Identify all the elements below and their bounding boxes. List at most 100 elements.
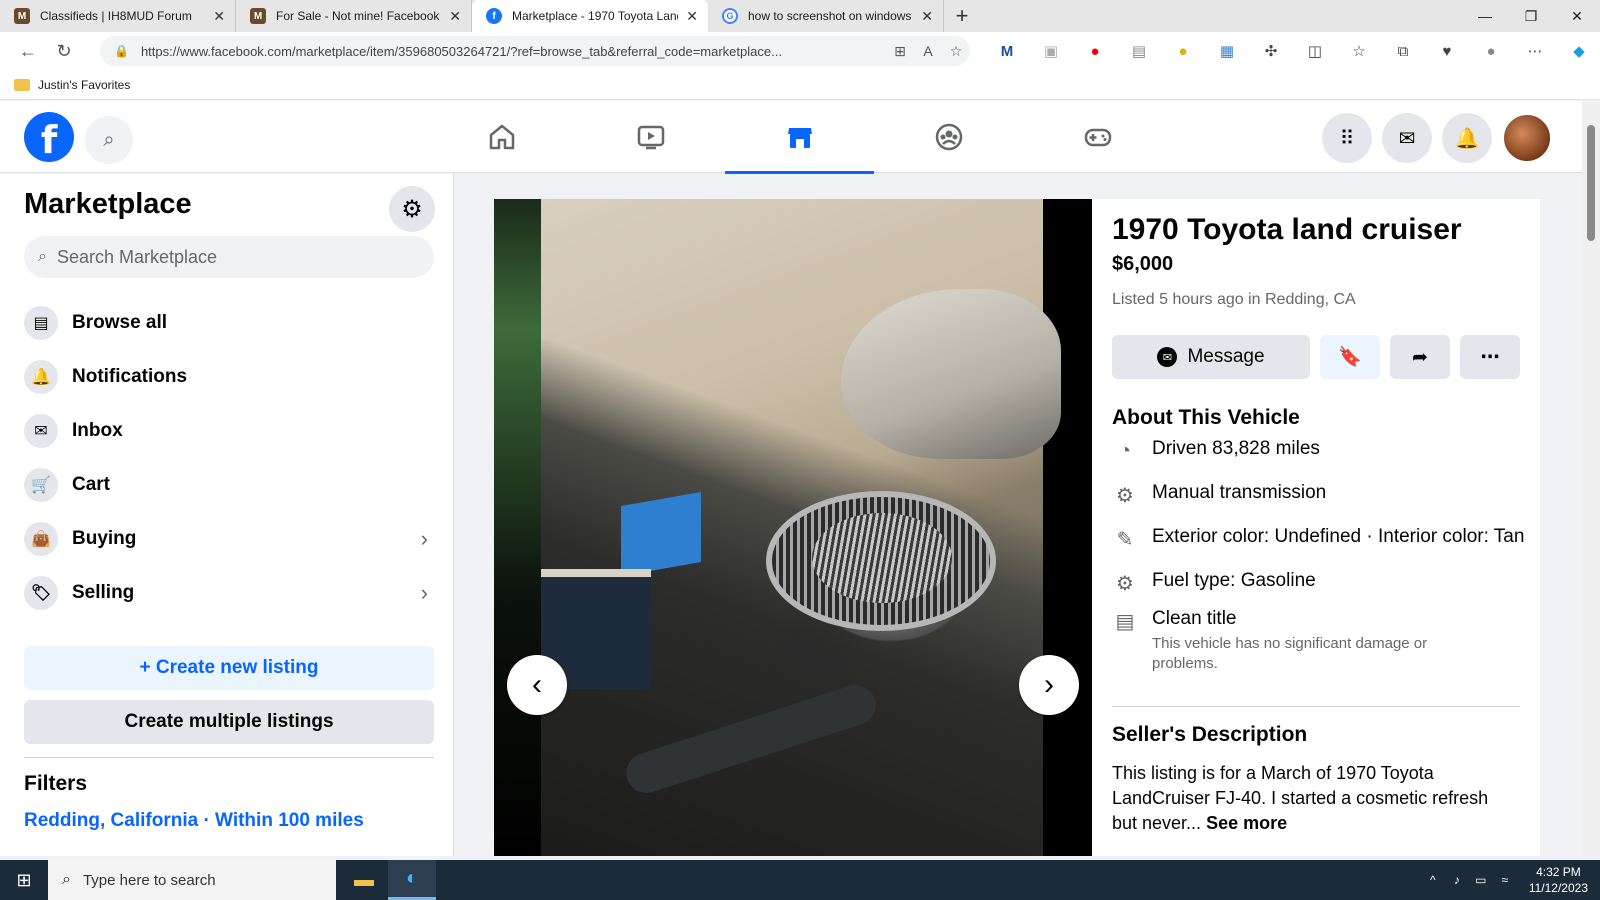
paint-icon: ✎ xyxy=(1116,528,1134,551)
scrollbar-thumb[interactable] xyxy=(1587,125,1595,241)
nav-video[interactable] xyxy=(576,101,725,173)
sidebar-item-inbox[interactable]: ✉ Inbox xyxy=(24,404,434,458)
address-bar-row: ← ↻ 🔒 https://www.facebook.com/marketpla… xyxy=(0,32,1600,70)
nav-groups[interactable] xyxy=(874,101,1023,173)
profile-icon[interactable]: ● xyxy=(1469,40,1513,62)
ih8mud-favicon-icon: M xyxy=(250,8,266,24)
file-explorer-icon[interactable]: ▬ xyxy=(340,860,388,900)
close-tab-icon[interactable]: ✕ xyxy=(213,8,225,25)
more-button[interactable]: ⋯ xyxy=(1460,335,1520,379)
share-button[interactable]: ➦ xyxy=(1390,335,1450,379)
next-photo-button[interactable]: › xyxy=(1019,655,1079,715)
copilot-icon[interactable]: ◆ xyxy=(1557,40,1600,62)
favorites-folder-label[interactable]: Justin's Favorites xyxy=(38,78,130,92)
seller-description-heading: Seller's Description xyxy=(1112,723,1308,746)
tag-icon: 🏷 xyxy=(24,576,58,610)
app-available-icon[interactable]: ⊞ xyxy=(886,43,914,60)
header-actions: ⠿ ✉ 🔔 xyxy=(1322,113,1552,163)
extension-box-icon[interactable]: ▤ xyxy=(1117,40,1161,62)
facebook-favicon-icon: f xyxy=(486,8,502,24)
inbox-icon: ✉ xyxy=(24,414,58,448)
extension-red-icon[interactable]: ● xyxy=(1073,40,1117,62)
favorites-icon[interactable]: ☆ xyxy=(1337,40,1381,62)
search-input[interactable]: ⌕ Search Marketplace xyxy=(24,236,434,278)
read-aloud-icon[interactable]: A xyxy=(914,43,942,59)
google-favicon-icon: G xyxy=(722,8,738,24)
volume-icon[interactable]: ♪ xyxy=(1445,873,1469,887)
listing-photo[interactable] xyxy=(494,199,1092,856)
sidebar-item-label: Notifications xyxy=(72,366,188,387)
avatar[interactable] xyxy=(1502,113,1552,163)
browser-tab[interactable]: M Classifieds | IH8MUD Forum ✕ xyxy=(0,0,236,32)
spec-text: Clean title xyxy=(1152,608,1237,629)
url-field[interactable]: 🔒 https://www.facebook.com/marketplace/i… xyxy=(100,36,970,66)
see-more-link[interactable]: See more xyxy=(1206,813,1287,833)
close-tab-icon[interactable]: ✕ xyxy=(686,8,698,25)
system-clock[interactable]: 4:32 PM 11/12/2023 xyxy=(1529,864,1588,896)
sidebar-item-buying[interactable]: 👜 Buying › xyxy=(24,512,434,566)
minimize-icon[interactable]: — xyxy=(1462,0,1508,32)
nav-gaming[interactable] xyxy=(1023,101,1172,173)
restore-icon[interactable]: ❐ xyxy=(1508,0,1554,32)
create-multiple-listings-button[interactable]: Create multiple listings xyxy=(24,700,434,744)
gaming-icon xyxy=(1084,128,1111,147)
split-screen-icon[interactable]: ◫ xyxy=(1293,40,1337,62)
messenger-icon[interactable]: ✉ xyxy=(1382,113,1432,163)
watch-icon xyxy=(637,125,664,150)
search-icon[interactable]: ⌕ xyxy=(85,116,133,164)
sidebar-item-notifications[interactable]: 🔔 Notifications xyxy=(24,350,434,404)
chevron-right-icon: › xyxy=(1044,668,1054,701)
bell-icon: 🔔 xyxy=(24,360,58,394)
edge-browser-icon[interactable]: ◐ xyxy=(388,860,436,900)
extensions-puzzle-icon[interactable]: ✣ xyxy=(1249,40,1293,62)
previous-photo-button[interactable]: ‹ xyxy=(507,655,567,715)
wifi-icon[interactable]: ≈ xyxy=(1493,873,1517,887)
close-window-icon[interactable]: ✕ xyxy=(1554,0,1600,32)
facebook-logo-icon[interactable]: f xyxy=(24,112,74,162)
battery-icon[interactable]: ▭ xyxy=(1469,873,1493,887)
spec-fuel: ⚙ Fuel type: Gasoline xyxy=(1112,570,1316,596)
nav-home[interactable] xyxy=(427,101,576,173)
refresh-icon[interactable]: ↻ xyxy=(46,36,82,66)
tab-title: Marketplace - 1970 Toyota Land xyxy=(512,9,679,23)
collections-icon[interactable]: ⧉ xyxy=(1381,40,1425,62)
extension-blue-icon[interactable]: ▦ xyxy=(1205,40,1249,62)
extension-yellow-icon[interactable]: ● xyxy=(1161,40,1205,62)
system-tray: ^ ♪ ▭ ≈ 4:32 PM 11/12/2023 xyxy=(1421,860,1588,900)
page-scrollbar[interactable] xyxy=(1582,101,1600,856)
sidebar-menu: ▤ Browse all 🔔 Notifications ✉ Inbox 🛒 C… xyxy=(24,296,434,620)
browser-tab-active[interactable]: f Marketplace - 1970 Toyota Land ✕ xyxy=(472,0,708,32)
sidebar-item-browse-all[interactable]: ▤ Browse all xyxy=(24,296,434,350)
new-tab-button[interactable]: + xyxy=(944,0,980,32)
filters-heading: Filters xyxy=(24,772,88,795)
close-tab-icon[interactable]: ✕ xyxy=(921,8,933,25)
extension-m-icon[interactable]: M xyxy=(985,40,1029,62)
menu-grid-icon[interactable]: ⠿ xyxy=(1322,113,1372,163)
sidebar-item-cart[interactable]: 🛒 Cart xyxy=(24,458,434,512)
browser-tab[interactable]: G how to screenshot on windows - ✕ xyxy=(708,0,944,32)
favorites-bar: Justin's Favorites xyxy=(0,70,1600,100)
save-button[interactable]: 🔖 xyxy=(1320,335,1380,379)
url-text: https://www.facebook.com/marketplace/ite… xyxy=(140,43,782,59)
browser-tab[interactable]: M For Sale - Not mine! Facebook m ✕ xyxy=(236,0,472,32)
back-icon[interactable]: ← xyxy=(10,36,46,66)
photo-air-cleaner-lid xyxy=(812,513,952,603)
sidebar-item-label: Browse all xyxy=(72,312,168,333)
sidebar-item-selling[interactable]: 🏷 Selling › xyxy=(24,566,434,620)
more-options-icon[interactable]: ⋯ xyxy=(1513,40,1557,62)
close-tab-icon[interactable]: ✕ xyxy=(449,8,461,25)
extension-grey-icon[interactable]: ▣ xyxy=(1029,40,1073,62)
create-new-listing-button[interactable]: + Create new listing xyxy=(24,646,434,690)
notifications-bell-icon[interactable]: 🔔 xyxy=(1442,113,1492,163)
nav-marketplace[interactable] xyxy=(725,101,874,174)
favorite-star-icon[interactable]: ☆ xyxy=(942,43,970,60)
chevron-left-icon: ‹ xyxy=(532,668,542,701)
location-filter-link[interactable]: Redding, California · Within 100 miles xyxy=(24,810,364,832)
message-button[interactable]: ✉ Message xyxy=(1112,335,1310,379)
taskbar-search-input[interactable]: ⌕ Type here to search xyxy=(48,860,336,900)
transmission-icon: ⚙ xyxy=(1116,484,1134,507)
chevron-up-icon[interactable]: ^ xyxy=(1421,873,1445,887)
gear-icon[interactable]: ⚙ xyxy=(389,186,435,232)
browser-essentials-icon[interactable]: ♥ xyxy=(1425,40,1469,62)
windows-start-icon[interactable]: ⊞ xyxy=(0,860,48,900)
